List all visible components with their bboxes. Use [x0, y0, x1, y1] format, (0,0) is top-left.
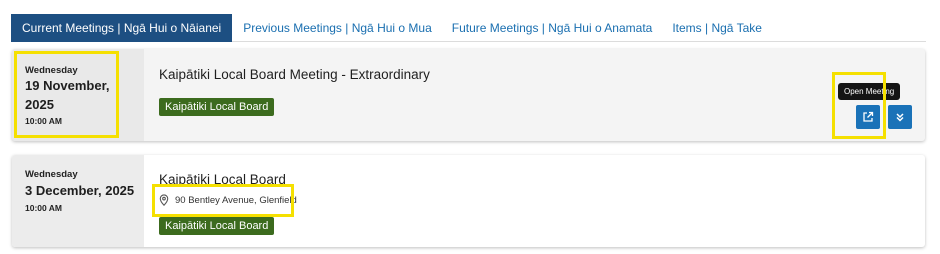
meeting-date: 19 November,	[25, 78, 110, 93]
external-link-icon	[863, 111, 874, 122]
map-pin-icon	[159, 194, 169, 206]
meeting-location: 90 Bentley Avenue, Glenfield	[159, 194, 297, 206]
tab-current-meetings[interactable]: Current Meetings | Ngā Hui o Nāianei	[11, 14, 233, 42]
meeting-date-box: Wednesday 19 November, 2025 10:00 AM	[12, 49, 144, 141]
meeting-date-box: Wednesday 3 December, 2025 10:00 AM	[12, 155, 144, 247]
expand-meeting-button[interactable]	[888, 105, 912, 129]
open-meeting-button[interactable]	[856, 105, 880, 129]
meeting-card: Wednesday 19 November, 2025 10:00 AM Kai…	[12, 49, 925, 141]
meeting-time: 10:00 AM	[25, 116, 63, 126]
meeting-title[interactable]: Kaipātiki Local Board Meeting - Extraord…	[159, 67, 430, 82]
meeting-year: 2025	[25, 97, 54, 112]
meeting-card: Wednesday 3 December, 2025 10:00 AM Kaip…	[12, 155, 925, 247]
tab-items[interactable]: Items | Ngā Take	[662, 14, 772, 42]
board-badge: Kaipātiki Local Board	[159, 98, 275, 116]
meeting-date: 3 December, 2025	[25, 183, 135, 198]
tab-future-meetings[interactable]: Future Meetings | Ngā Hui o Anamata	[442, 14, 663, 42]
meeting-weekday: Wednesday	[25, 65, 78, 76]
location-text: 90 Bentley Avenue, Glenfield	[175, 194, 297, 206]
meeting-tabs: Current Meetings | Ngā Hui o Nāianei Pre…	[11, 14, 926, 42]
meeting-time: 10:00 AM	[25, 203, 63, 213]
meeting-title[interactable]: Kaipātiki Local Board	[159, 172, 286, 187]
tab-previous-meetings[interactable]: Previous Meetings | Ngā Hui o Mua	[233, 14, 442, 42]
board-badge: Kaipātiki Local Board	[159, 217, 275, 235]
double-chevron-down-icon	[896, 113, 904, 122]
meeting-weekday: Wednesday	[25, 169, 78, 180]
open-meeting-tooltip: Open Meeting	[838, 83, 901, 100]
